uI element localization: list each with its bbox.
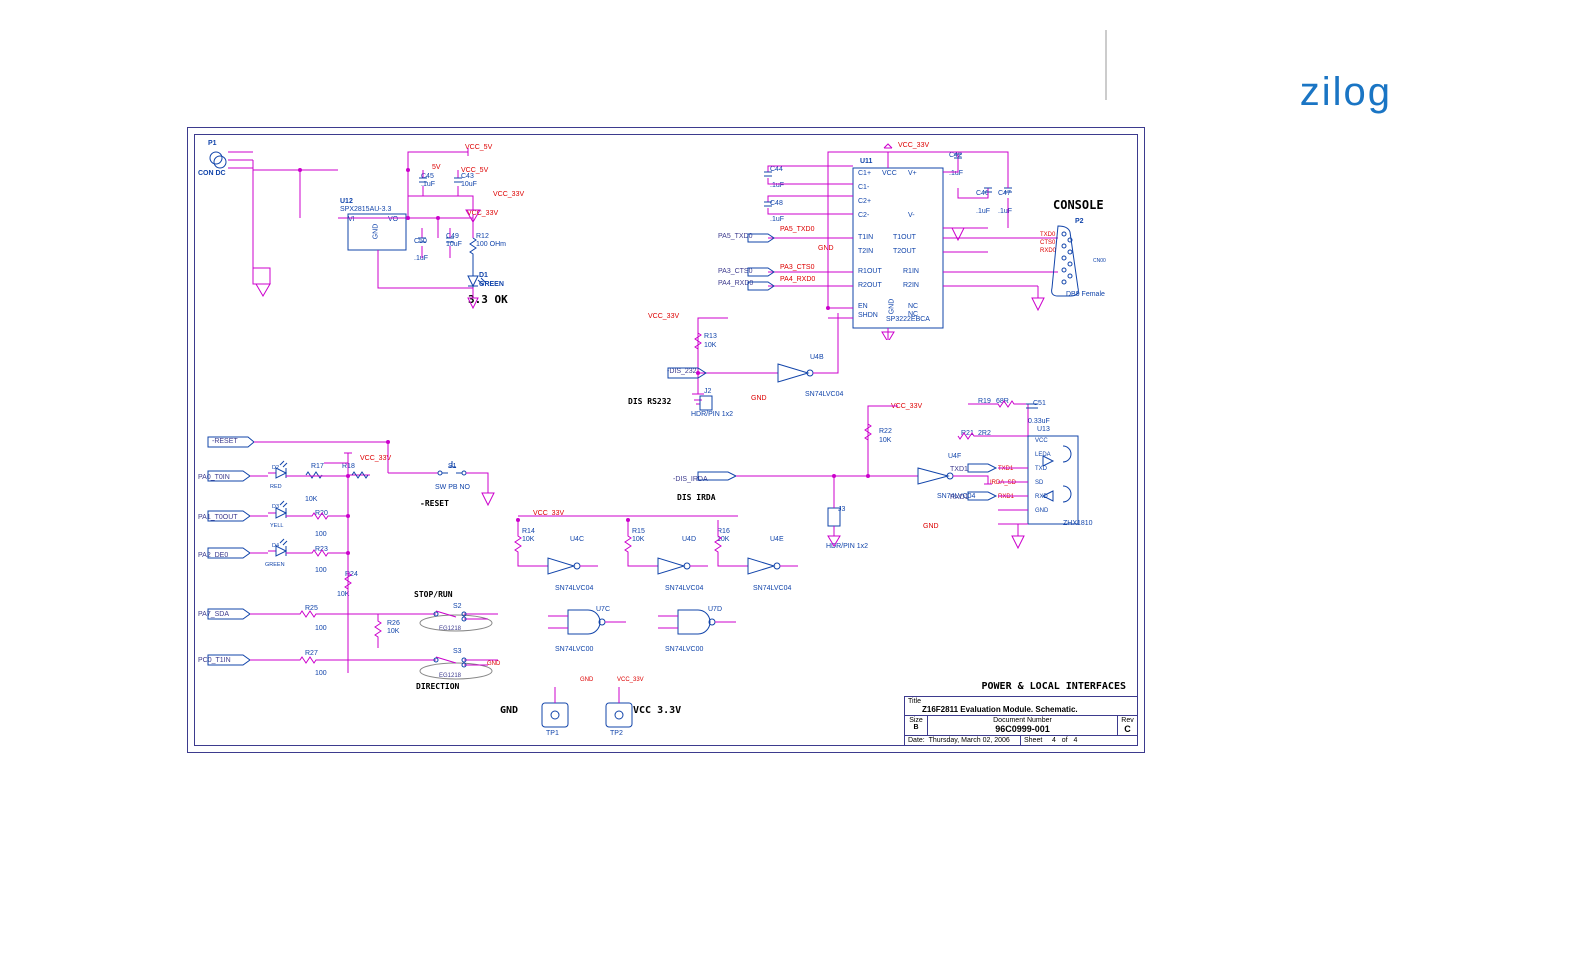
docnum-label: Document Number (993, 717, 1052, 724)
reset-svg (188, 433, 518, 703)
date-value: Thursday, March 02, 2006 (929, 737, 1010, 744)
rev-label: Rev (1121, 717, 1133, 724)
size-label: Size (909, 717, 923, 724)
logo-rest: ilog (1322, 70, 1392, 114)
sheet-label: Sheet (1024, 737, 1042, 744)
sheet-tot: 4 (1073, 737, 1077, 744)
title-text: Z16F2811 Evaluation Module. Schematic. (908, 705, 1078, 714)
sheet-cur: 4 (1052, 737, 1056, 744)
zilog-logo: zilog (1300, 70, 1392, 115)
logo-z: z (1300, 70, 1322, 114)
docnum-value: 96C0999-001 (995, 724, 1050, 734)
size-value: B (913, 724, 918, 731)
sheet-of: of (1062, 737, 1068, 744)
section-title: POWER & LOCAL INTERFACES (982, 681, 1127, 692)
gates-svg (508, 506, 828, 666)
testpoints-svg (528, 683, 688, 738)
gnd-label: GND (500, 705, 518, 716)
title-label: Title (908, 698, 921, 705)
power-schematic-svg (198, 138, 518, 338)
title-block: Title Z16F2811 Evaluation Module. Schema… (904, 696, 1138, 746)
schematic-frame: POWER & LOCAL INTERFACES Title Z16F2811 … (187, 127, 1145, 753)
rev-value: C (1124, 724, 1131, 734)
page-divider (1105, 30, 1107, 100)
date-label: Date: (908, 737, 925, 744)
